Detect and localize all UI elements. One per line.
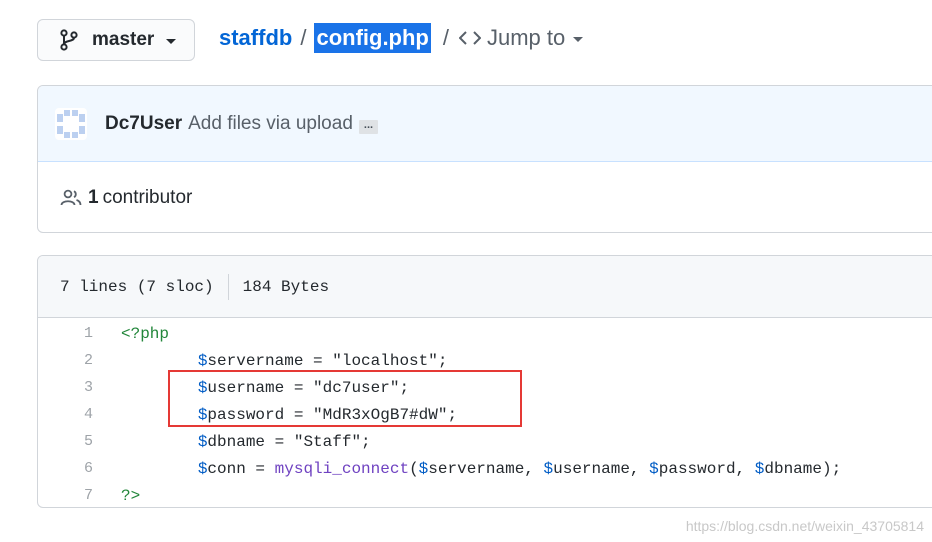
code-line: 5 $dbname = "Staff";	[38, 428, 932, 455]
code-line: 1 <?php	[38, 320, 932, 347]
line-source: $servername = "localhost";	[121, 351, 448, 370]
code-token: $	[418, 459, 429, 478]
line-number[interactable]: 5	[38, 433, 93, 450]
avatar[interactable]	[55, 107, 87, 140]
line-number[interactable]: 6	[38, 460, 93, 477]
code-token: dbname = "Staff";	[207, 432, 371, 451]
latest-commit-box: Dc7User Add files via upload ... 1 contr…	[37, 85, 932, 233]
line-number[interactable]: 7	[38, 487, 93, 504]
jump-to-button[interactable]: Jump to	[455, 25, 584, 51]
commit-header: Dc7User Add files via upload ...	[38, 86, 932, 162]
code-token: servername = "localhost";	[207, 351, 448, 370]
code-token: (	[409, 459, 419, 478]
line-number[interactable]: 1	[38, 325, 93, 342]
branch-select-button[interactable]: master	[37, 19, 195, 61]
code-token: $	[543, 459, 554, 478]
chevron-down-icon	[166, 38, 177, 44]
line-count: 7 lines (7 sloc)	[60, 277, 214, 296]
code-token: conn =	[207, 459, 275, 478]
line-number[interactable]: 4	[38, 406, 93, 423]
line-number[interactable]: 2	[38, 352, 93, 369]
code-token: $	[197, 432, 208, 451]
line-source: $dbname = "Staff";	[121, 433, 371, 451]
file-info-bar: 7 lines (7 sloc) 184 Bytes	[38, 256, 932, 318]
code-line: 7 ?>	[38, 482, 932, 507]
file-size: 184 Bytes	[242, 277, 330, 296]
divider	[227, 273, 229, 300]
annotation-highlight-box	[168, 370, 522, 427]
code-token: $	[754, 459, 765, 478]
watermark: https://blog.csdn.net/weixin_43705814	[685, 518, 924, 534]
breadcrumb-separator: /	[442, 25, 449, 50]
contributor-count: 1	[88, 187, 99, 208]
breadcrumb: staffdb / config.php / Jump to	[219, 21, 584, 55]
jump-to-label: Jump to	[487, 25, 566, 50]
branch-label: master	[92, 29, 155, 50]
file-name: config.php	[314, 23, 431, 53]
line-number[interactable]: 3	[38, 379, 93, 396]
code-token: ?>	[121, 486, 141, 505]
code-icon	[459, 31, 481, 45]
git-branch-icon	[60, 29, 78, 51]
commit-ellipsis-button[interactable]: ...	[358, 119, 379, 134]
code-token: servername,	[428, 459, 544, 478]
commit-author-link[interactable]: Dc7User	[105, 113, 182, 135]
code-token: $	[197, 351, 208, 370]
repo-link[interactable]: staffdb	[219, 25, 292, 51]
line-source: $conn = mysqli_connect($servername, $use…	[121, 460, 841, 478]
line-source: <?php	[121, 325, 169, 343]
chevron-down-icon	[573, 36, 584, 42]
contributor-label: contributor	[102, 187, 193, 208]
code-token: <?php	[121, 324, 170, 343]
contributors-row[interactable]: 1 contributor	[38, 162, 932, 232]
code-line: 6 $conn = mysqli_connect($servername, $u…	[38, 455, 932, 482]
line-source: ?>	[121, 487, 140, 505]
code-token: username,	[553, 459, 650, 478]
code-token: dbname);	[764, 459, 842, 478]
commit-message-link[interactable]: Add files via upload	[188, 113, 353, 135]
breadcrumb-separator: /	[300, 25, 307, 50]
people-icon	[60, 189, 82, 206]
code-token: mysqli_connect	[274, 459, 410, 478]
code-token: $	[649, 459, 659, 478]
code-token: password,	[658, 459, 755, 478]
code-token: $	[197, 459, 208, 478]
